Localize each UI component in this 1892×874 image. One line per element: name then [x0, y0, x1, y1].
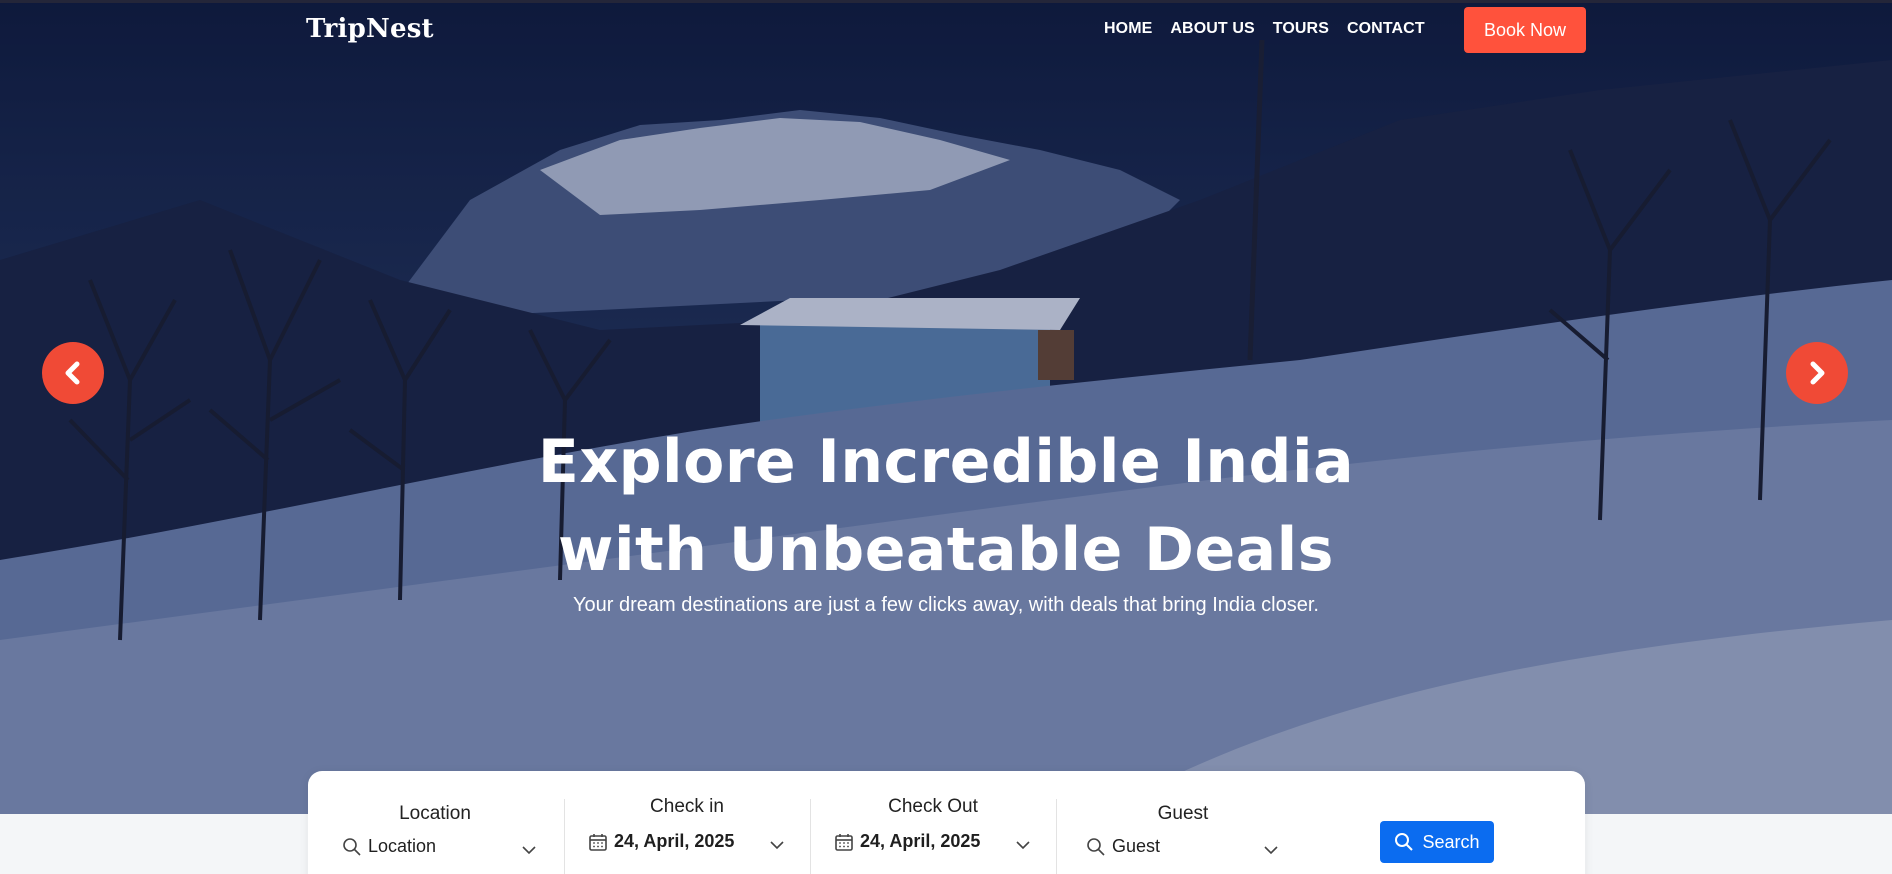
search-button-label: Search	[1422, 831, 1480, 852]
nav-contact[interactable]: CONTACT	[1347, 20, 1425, 38]
guest-select[interactable]: Guest	[1086, 836, 1160, 857]
nav-tours[interactable]: TOURS	[1273, 20, 1329, 38]
location-select[interactable]: Location	[342, 836, 436, 857]
checkin-label: Check in	[650, 796, 724, 817]
guest-label: Guest	[1157, 803, 1209, 824]
chevron-down-icon[interactable]	[1262, 841, 1280, 859]
checkout-value: 24, April, 2025	[860, 831, 981, 851]
nav-home[interactable]: HOME	[1104, 20, 1152, 38]
book-now-button[interactable]: Book Now	[1464, 7, 1586, 53]
search-icon	[1395, 833, 1414, 851]
chevron-right-icon	[1810, 361, 1825, 385]
checkout-label: Check Out	[888, 796, 978, 817]
hero-headline-line-2: with Unbeatable Deals	[558, 515, 1334, 585]
guest-field[interactable]: Guest Guest	[1056, 771, 1310, 871]
search-icon	[343, 837, 361, 856]
checkin-value: 24, April, 2025	[614, 831, 735, 851]
brand-logo[interactable]: TripNest	[306, 14, 434, 44]
carousel-next-button[interactable]	[1786, 342, 1848, 404]
checkin-date[interactable]: 24, April, 2025	[588, 831, 734, 852]
checkin-field[interactable]: Check in 24, April, 2025	[564, 771, 810, 871]
hero-headline: Explore Incredible India with Unbeatable…	[0, 418, 1892, 594]
hero-headline-line-1: Explore Incredible India	[537, 427, 1355, 497]
calendar-icon	[589, 833, 607, 851]
hero-overlay	[0, 0, 1892, 814]
location-value: Location	[368, 836, 437, 856]
chevron-down-icon[interactable]	[520, 841, 538, 859]
search-panel: Location Location Check in 24, April, 20…	[308, 771, 1585, 874]
checkout-field[interactable]: Check Out 24, April, 2025	[810, 771, 1056, 871]
nav-about-us[interactable]: ABOUT US	[1170, 20, 1254, 38]
chevron-left-icon	[65, 361, 80, 385]
chevron-down-icon[interactable]	[1014, 836, 1032, 854]
main-nav: HOME ABOUT US TOURS CONTACT	[1104, 20, 1425, 38]
carousel-prev-button[interactable]	[42, 342, 104, 404]
checkout-date[interactable]: 24, April, 2025	[834, 831, 980, 852]
guest-value: Guest	[1112, 836, 1161, 856]
hero-banner: TripNest HOME ABOUT US TOURS CONTACT Boo…	[0, 0, 1892, 814]
location-label: Location	[399, 803, 471, 824]
location-field[interactable]: Location Location	[308, 771, 562, 871]
search-button[interactable]: Search	[1380, 821, 1494, 863]
calendar-icon	[835, 833, 853, 851]
search-icon	[1087, 837, 1105, 856]
chevron-down-icon[interactable]	[768, 836, 786, 854]
hero-subheadline: Your dream destinations are just a few c…	[573, 594, 1319, 616]
